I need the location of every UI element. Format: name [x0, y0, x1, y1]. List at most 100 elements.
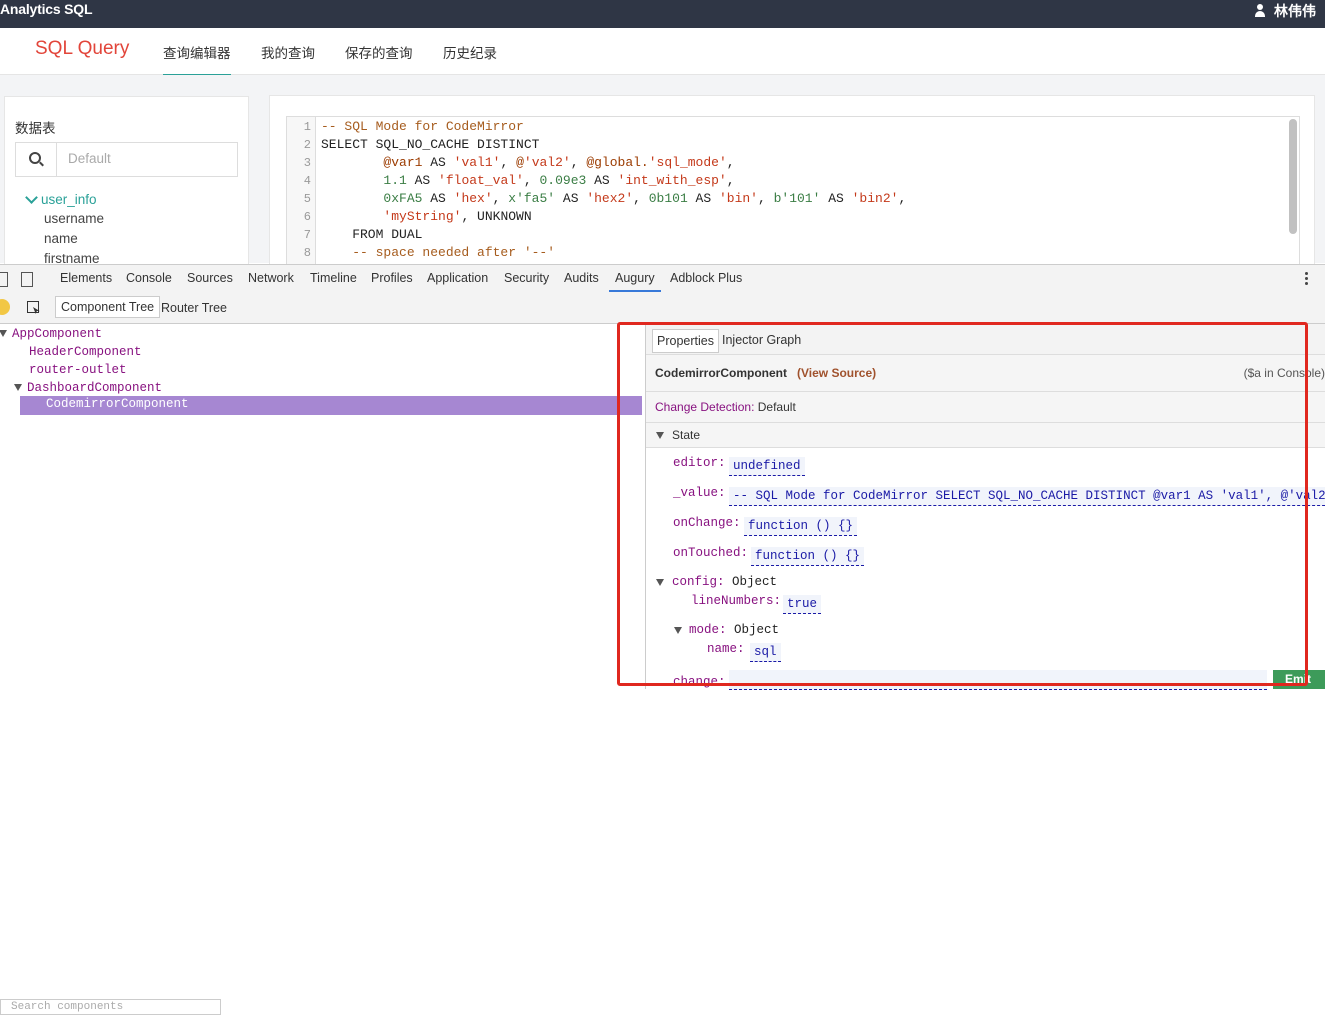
tree-node-dashboard[interactable]: DashboardComponent — [14, 381, 162, 395]
component-header: CodemirrorComponent (View Source) ($a in… — [646, 355, 1325, 392]
code-token: AS — [820, 191, 852, 206]
table-name: user_info — [41, 192, 97, 207]
devtools-tab-security[interactable]: Security — [504, 271, 549, 285]
devtools-tab-audits[interactable]: Audits — [564, 271, 599, 285]
tab-history[interactable]: 历史纪录 — [443, 42, 497, 74]
code-token: , — [726, 173, 735, 188]
prop-key-onchange: onChange: — [673, 516, 741, 530]
search-button[interactable] — [16, 143, 57, 176]
tree-node-codemirror[interactable]: CodemirrorComponent — [20, 396, 642, 415]
expand-triangle-icon — [14, 384, 22, 391]
table-search-input[interactable]: Default — [68, 151, 111, 166]
component-search-input[interactable]: Search components — [0, 999, 221, 1015]
user-name: 林伟伟 — [1274, 3, 1316, 19]
devtools-tab-augury[interactable]: Augury — [609, 271, 661, 292]
tree-node-header[interactable]: HeaderComponent — [29, 345, 142, 359]
code-token: 1.1 — [383, 173, 407, 188]
view-source-link[interactable]: (View Source) — [797, 366, 876, 380]
more-options-icon[interactable] — [1305, 272, 1308, 275]
code-token: 'val2' — [523, 155, 571, 170]
user-menu[interactable]: 林伟伟 — [1254, 1, 1316, 21]
code-token: @var1 — [383, 155, 423, 170]
code-token: x'fa5' — [508, 191, 556, 206]
prop-key-mode: mode: Object — [689, 623, 779, 637]
code-token: 'sql_mode' — [648, 155, 727, 170]
editor-scrollbar[interactable] — [1289, 119, 1297, 234]
code-line: 1.1 AS 'float_val', 0.09e3 AS 'int_with_… — [321, 173, 735, 188]
mode-key: mode: — [689, 623, 727, 637]
devtools-tab-profiles[interactable]: Profiles — [371, 271, 413, 285]
code-line: -- SQL Mode for CodeMirror — [321, 119, 524, 134]
devtools-tab-sources[interactable]: Sources — [187, 271, 233, 285]
properties-tabbar: Properties Injector Graph — [646, 324, 1325, 355]
tables-panel: 数据表 Default user_info username name firs… — [4, 96, 249, 268]
code-token: SELECT SQL_NO_CACHE DISTINCT — [321, 137, 540, 152]
line-number: 4 — [303, 174, 311, 188]
code-token: , — [500, 155, 517, 170]
device-icon[interactable] — [21, 272, 33, 287]
prop-value-name[interactable]: sql — [750, 643, 781, 662]
line-number: 2 — [303, 138, 311, 152]
emit-button[interactable]: Emit — [1273, 670, 1325, 689]
devtools-tab-elements[interactable]: Elements — [60, 271, 112, 285]
table-search: Default — [15, 142, 238, 177]
code-token: AS — [586, 173, 618, 188]
devtools-tab-application[interactable]: Application — [427, 271, 488, 285]
code-token: , UNKNOWN — [461, 209, 532, 224]
code-token: AS — [687, 191, 719, 206]
tree-node-app[interactable]: AppComponent — [0, 327, 102, 341]
tab-properties[interactable]: Properties — [652, 329, 719, 353]
inspect-icon[interactable] — [0, 272, 8, 287]
prop-value-onchange[interactable]: function () {} — [744, 517, 858, 536]
line-number: 8 — [303, 246, 311, 260]
component-tree: AppComponent HeaderComponent router-outl… — [0, 324, 645, 1015]
config-type: Object — [732, 575, 778, 589]
code-line: SELECT SQL_NO_CACHE DISTINCT — [321, 137, 539, 152]
devtools-tabbar: Elements Console Sources Network Timelin… — [0, 264, 1325, 294]
prop-value-change[interactable] — [729, 670, 1267, 690]
devtools-tab-timeline[interactable]: Timeline — [310, 271, 357, 285]
tab-router-tree[interactable]: Router Tree — [156, 298, 232, 318]
prop-value-linenumbers[interactable]: true — [783, 595, 822, 614]
devtools-tab-network[interactable]: Network — [248, 271, 294, 285]
field-item[interactable]: username — [44, 211, 104, 226]
tab-component-tree[interactable]: Component Tree — [55, 296, 161, 318]
prop-key-value: _value: — [673, 486, 726, 500]
mode-type: Object — [734, 623, 780, 637]
code-token: 'bin2' — [851, 191, 899, 206]
code-token: AS — [422, 191, 454, 206]
select-element-icon[interactable] — [27, 301, 39, 313]
prop-key-change: change: — [673, 675, 726, 689]
tab-my-queries[interactable]: 我的查询 — [261, 42, 315, 74]
nav-bar: SQL Query 查询编辑器 我的查询 保存的查询 历史纪录 — [0, 28, 1325, 76]
expand-triangle-icon — [0, 330, 7, 337]
devtools-tab-console[interactable]: Console — [126, 271, 172, 285]
tab-saved-queries[interactable]: 保存的查询 — [345, 42, 413, 74]
app-title[interactable]: SQL Query — [35, 38, 129, 60]
field-item[interactable]: name — [44, 231, 78, 246]
code-token: -- space needed after '--' — [321, 245, 556, 260]
code-line: 0xFA5 AS 'hex', x'fa5' AS 'hex2', 0b101 … — [321, 191, 906, 206]
tab-injector-graph[interactable]: Injector Graph — [718, 329, 805, 351]
code-token: 'int_with_esp' — [617, 173, 727, 188]
table-user-info[interactable]: user_info — [25, 191, 97, 207]
prop-value-value[interactable]: -- SQL Mode for CodeMirror SELECT SQL_NO… — [729, 487, 1325, 506]
brand-title: Analytics SQL — [0, 1, 93, 17]
tree-node-router-outlet[interactable]: router-outlet — [29, 363, 127, 377]
prop-value-ontouched[interactable]: function () {} — [751, 547, 865, 566]
code-token: , — [726, 155, 735, 170]
chevron-down-icon — [25, 191, 38, 204]
state-section[interactable]: State — [646, 423, 1325, 448]
code-token: 'val1' — [453, 155, 501, 170]
devtools-tab-adblock[interactable]: Adblock Plus — [670, 271, 742, 285]
code-editor[interactable]: 1 2 3 4 5 6 7 8 -- SQL Mode for CodeMirror SELEC… — [286, 116, 1300, 267]
code-token: @global. — [586, 155, 649, 170]
expand-triangle-icon[interactable] — [674, 627, 682, 634]
code-token: 'hex2' — [586, 191, 634, 206]
prop-value-editor[interactable]: undefined — [729, 457, 805, 476]
tab-query-editor[interactable]: 查询编辑器 — [163, 42, 231, 76]
prop-key-name: name: — [707, 642, 745, 656]
expand-triangle-icon[interactable] — [656, 579, 664, 586]
code-token: AS — [422, 155, 454, 170]
